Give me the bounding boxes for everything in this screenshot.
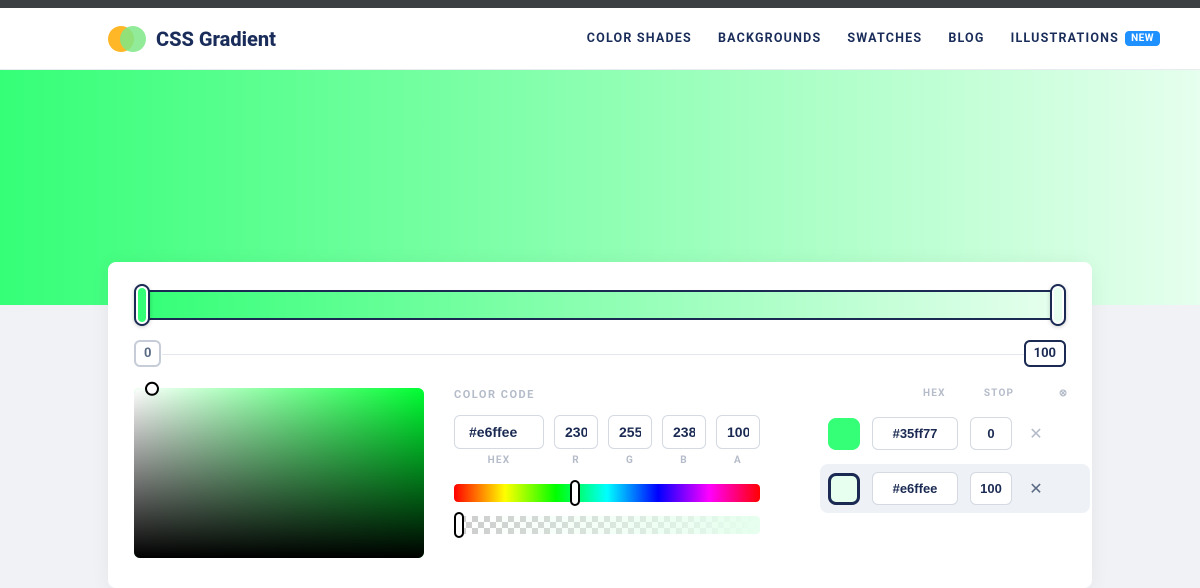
alpha-slider[interactable]	[454, 516, 760, 534]
a-input[interactable]	[716, 415, 760, 449]
color-code-block: COLOR CODE HEX R G B A	[454, 388, 760, 558]
gradient-slider[interactable]	[134, 284, 1066, 326]
logo-icon	[108, 25, 146, 53]
sv-cursor[interactable]	[145, 382, 159, 396]
stop-position-right[interactable]: 100	[1024, 340, 1066, 367]
stops-list: HEX STOP ⊗ ✕ ✕	[820, 388, 1090, 558]
close-icon: ✕	[1029, 479, 1042, 498]
g-input[interactable]	[608, 415, 652, 449]
nav-backgrounds[interactable]: BACKGROUNDS	[718, 31, 821, 46]
stop-pos-1[interactable]	[970, 472, 1012, 505]
gradient-stop-handle-1[interactable]	[1050, 284, 1066, 326]
stop-position-row: 0 100	[134, 340, 1066, 370]
saturation-value-picker[interactable]	[134, 388, 424, 558]
gradient-stop-handle-0[interactable]	[134, 284, 150, 326]
alpha-handle[interactable]	[454, 512, 464, 538]
stop-hex-0[interactable]	[872, 417, 958, 450]
nav-blog[interactable]: BLOG	[948, 31, 984, 46]
delete-stop-0[interactable]: ✕	[1024, 422, 1048, 446]
new-badge: NEW	[1125, 31, 1160, 46]
hue-handle[interactable]	[570, 480, 580, 506]
r-input[interactable]	[554, 415, 598, 449]
stop-position-left[interactable]: 0	[134, 340, 161, 367]
site-title: CSS Gradient	[156, 27, 276, 51]
site-header: CSS Gradient COLOR SHADES BACKGROUNDS SW…	[0, 8, 1200, 70]
stop-row-1[interactable]: ✕	[820, 464, 1090, 513]
hue-slider[interactable]	[454, 484, 760, 502]
editor-panel: 0 100 COLOR CODE HEX R G B A	[108, 262, 1092, 588]
hex-input[interactable]	[454, 415, 544, 449]
stop-pos-0[interactable]	[970, 417, 1012, 450]
stop-swatch-1[interactable]	[828, 473, 860, 505]
browser-chrome-strip	[0, 0, 1200, 8]
stop-row-0[interactable]: ✕	[820, 409, 1090, 458]
nav-illustrations[interactable]: ILLUSTRATIONS NEW	[1011, 31, 1160, 46]
main-nav: COLOR SHADES BACKGROUNDS SWATCHES BLOG I…	[587, 31, 1160, 46]
delete-stop-1[interactable]: ✕	[1024, 477, 1048, 501]
logo[interactable]: CSS Gradient	[108, 25, 276, 53]
nav-color-shades[interactable]: COLOR SHADES	[587, 31, 692, 46]
gradient-track	[142, 290, 1058, 320]
stop-hex-1[interactable]	[872, 472, 958, 505]
color-code-label: COLOR CODE	[454, 388, 760, 401]
stop-swatch-0[interactable]	[828, 418, 860, 450]
b-input[interactable]	[662, 415, 706, 449]
nav-swatches[interactable]: SWATCHES	[847, 31, 922, 46]
close-icon: ✕	[1029, 424, 1042, 443]
